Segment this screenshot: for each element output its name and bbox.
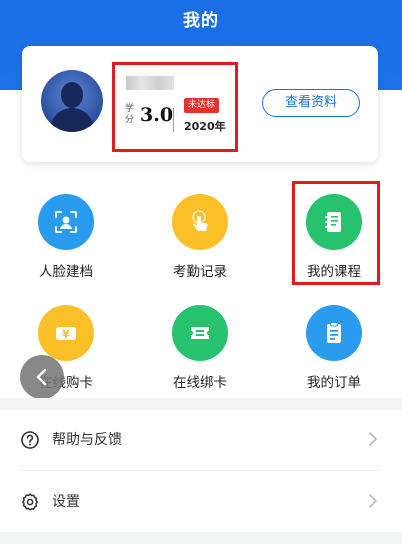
gear-icon (22, 493, 38, 511)
grid-item-attendance[interactable]: 考勤记录 (145, 194, 255, 280)
grid-label: 考勤记录 (173, 264, 227, 280)
yen-card-icon: ¥ (38, 305, 94, 361)
profile-card: 学分 3.0 未达标 2020年 查看资料 (22, 46, 378, 162)
chevron-right-icon (369, 432, 378, 446)
menu-label: 帮助与反馈 (52, 432, 122, 448)
highlight-box-profile (112, 62, 238, 152)
grid-label: 我的订单 (307, 375, 361, 391)
chevron-left-icon (36, 368, 47, 386)
menu-item-settings[interactable]: 设置 (0, 473, 402, 531)
menu-item-help-feedback[interactable]: 帮助与反馈 (0, 411, 402, 469)
menu-label: 设置 (52, 494, 80, 510)
help-circle-icon (21, 431, 39, 449)
view-profile-button[interactable]: 查看资料 (262, 89, 360, 117)
floating-back-button[interactable] (20, 355, 64, 399)
chevron-right-icon (369, 494, 378, 508)
grid-item-face-record[interactable]: 人脸建档 (11, 194, 121, 280)
svg-text:¥: ¥ (62, 328, 70, 341)
face-id-icon (38, 194, 94, 250)
page-title: 我的 (183, 11, 219, 31)
grid-item-bind-card[interactable]: 在线绑卡 (145, 305, 255, 391)
clipboard-icon (306, 305, 362, 361)
avatar[interactable] (41, 70, 103, 132)
grid-label: 人脸建档 (39, 264, 93, 280)
ticket-icon (172, 305, 228, 361)
section-separator (0, 398, 402, 410)
grid-item-my-orders[interactable]: 我的订单 (279, 305, 389, 391)
divider (20, 470, 380, 471)
grid-label: 在线绑卡 (173, 375, 227, 391)
highlight-box-course (292, 181, 380, 285)
avatar-silhouette-icon (49, 82, 95, 132)
bottom-strip (0, 532, 402, 544)
tap-hand-icon (172, 194, 228, 250)
